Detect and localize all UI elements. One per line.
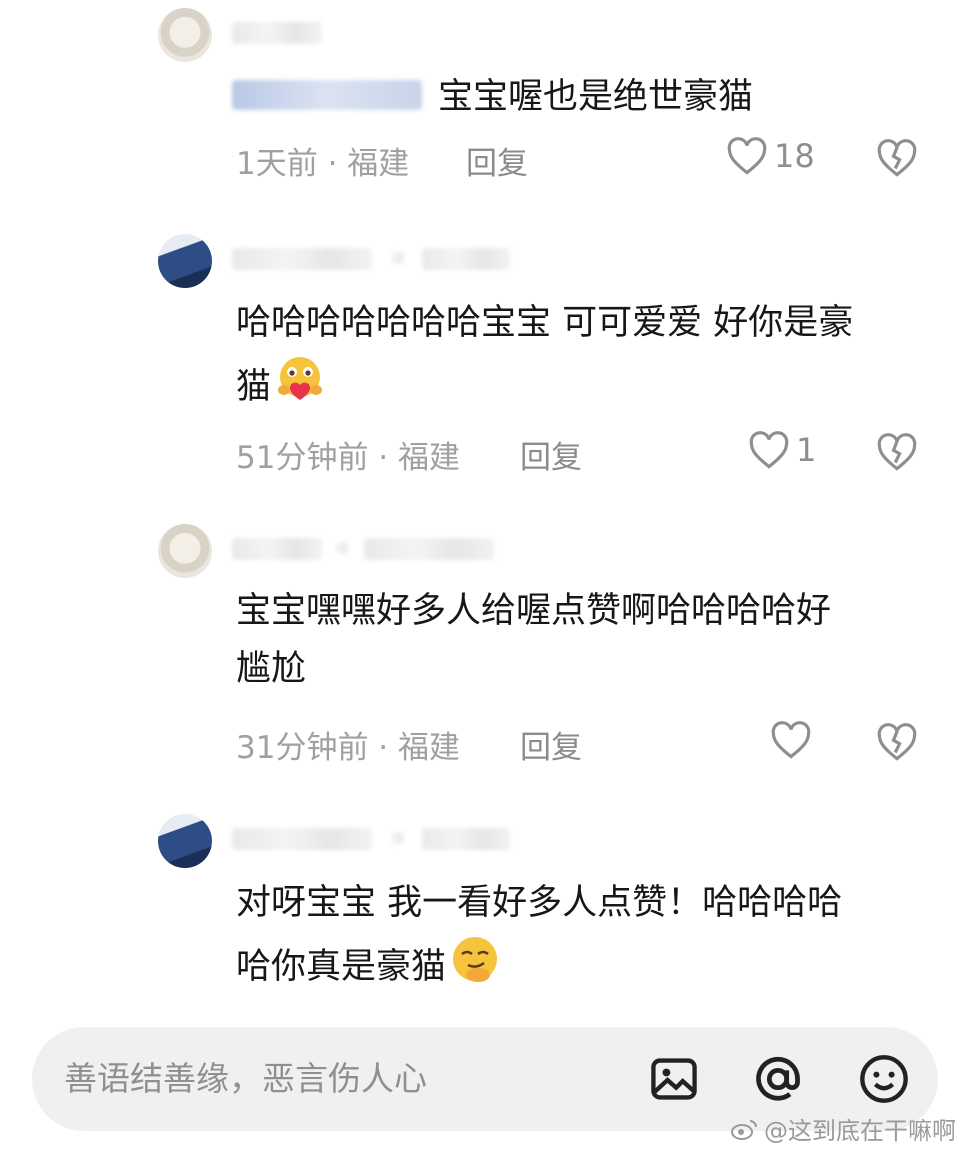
- like-count: 1: [796, 431, 817, 469]
- comment-time-location: 51分钟前 · 福建: [236, 440, 461, 476]
- reply-button[interactable]: 回复: [466, 138, 528, 183]
- broken-heart-icon[interactable]: [876, 432, 918, 472]
- username-blurred[interactable]: [392, 252, 404, 264]
- watermark-text: @这到底在干嘛啊: [764, 1117, 956, 1145]
- broken-heart-icon[interactable]: [876, 722, 918, 762]
- smiley-icon[interactable]: [858, 1053, 910, 1105]
- heart-outline-icon: [749, 431, 789, 469]
- watermark: @这到底在干嘛啊: [730, 1111, 956, 1146]
- username-blurred[interactable]: [422, 248, 510, 270]
- username-blurred[interactable]: [232, 248, 372, 270]
- reply-button[interactable]: 回复: [520, 432, 582, 477]
- comment-text-content: 对呀宝宝 我一看好多人点赞！哈哈哈哈 哈你真是豪猫: [236, 883, 843, 987]
- avatar[interactable]: [158, 814, 212, 868]
- heart-outline-icon: [771, 721, 811, 759]
- like-button[interactable]: [770, 720, 818, 760]
- comment-text-content: 哈哈哈哈哈哈哈宝宝 可可爱爱 好你是豪 猫: [236, 303, 854, 407]
- image-icon[interactable]: [648, 1053, 700, 1105]
- comment-text: 宝宝嘿嘿好多人给喔点赞啊哈哈哈哈好 尴尬: [236, 591, 832, 689]
- smirk-hand-emoji: [453, 937, 498, 982]
- username-blurred[interactable]: [422, 828, 510, 850]
- avatar[interactable]: [158, 8, 212, 62]
- comment-text: 哈哈哈哈哈哈哈宝宝 可可爱爱 好你是豪 猫: [236, 294, 936, 416]
- broken-heart-icon[interactable]: [876, 138, 918, 178]
- heart-outline-icon: [727, 137, 767, 175]
- username-blurred[interactable]: [336, 542, 348, 554]
- reply-button[interactable]: 回复: [520, 722, 582, 767]
- username-blurred[interactable]: [392, 832, 404, 844]
- username-blurred[interactable]: [364, 538, 494, 560]
- comment-time-location: 1天前 · 福建: [236, 146, 410, 182]
- at-icon[interactable]: [752, 1053, 804, 1105]
- username-blurred[interactable]: [232, 22, 322, 44]
- like-button[interactable]: 18: [726, 136, 815, 176]
- reply-to-blurred[interactable]: [232, 80, 422, 110]
- comment-time-location: 31分钟前 · 福建: [236, 730, 461, 766]
- avatar[interactable]: [158, 524, 212, 578]
- comment-text: 宝宝喔也是绝世豪猫: [438, 77, 754, 117]
- username-blurred[interactable]: [232, 538, 322, 560]
- like-button[interactable]: 1: [748, 430, 816, 470]
- username-blurred[interactable]: [232, 828, 372, 850]
- comment-text: 对呀宝宝 我一看好多人点赞！哈哈哈哈 哈你真是豪猫: [236, 874, 936, 996]
- hugging-heart-emoji: [278, 357, 323, 400]
- comment-input-placeholder[interactable]: 善语结善缘，恶言伤人心: [64, 1027, 427, 1131]
- like-count: 18: [774, 137, 815, 175]
- avatar[interactable]: [158, 234, 212, 288]
- weibo-logo-icon: [731, 1119, 757, 1140]
